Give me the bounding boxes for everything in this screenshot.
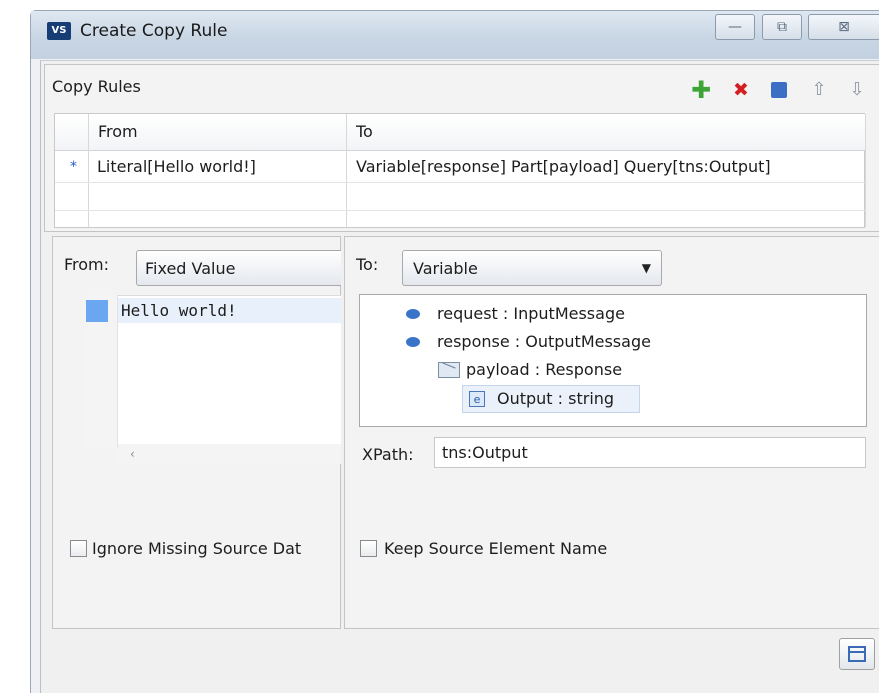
ignore-missing-checkbox[interactable] xyxy=(70,540,87,557)
tree-item-output[interactable]: Output : string xyxy=(497,387,614,411)
to-type-select[interactable]: Variable ▼ xyxy=(402,250,662,286)
tree-item-payload[interactable]: payload : Response xyxy=(466,358,622,382)
xpath-value: tns:Output xyxy=(442,443,528,462)
line-marker xyxy=(86,300,108,322)
xpath-input[interactable]: tns:Output xyxy=(434,437,866,468)
save-icon[interactable] xyxy=(768,79,790,101)
dropdown-arrow-icon[interactable]: ▼ xyxy=(642,259,651,277)
table-cell-from[interactable]: Literal[Hello world!] xyxy=(97,155,256,179)
variable-icon xyxy=(406,337,420,347)
ignore-missing-label[interactable]: Ignore Missing Source Dat xyxy=(92,537,340,561)
to-label: To: xyxy=(356,255,379,274)
from-type-select[interactable]: Fixed Value xyxy=(136,250,341,286)
minimize-button[interactable]: — xyxy=(715,14,755,40)
close-button[interactable]: ⊠ xyxy=(808,14,879,40)
column-header-to[interactable]: To xyxy=(356,120,373,144)
copy-rules-title: Copy Rules xyxy=(52,77,141,96)
add-rule-icon[interactable]: ✚ xyxy=(690,78,712,102)
column-header-from[interactable]: From xyxy=(98,120,138,144)
tree-item-response[interactable]: response : OutputMessage xyxy=(437,330,651,354)
move-up-icon[interactable]: ⇧ xyxy=(808,79,830,101)
to-type-value: Variable xyxy=(413,259,478,278)
message-part-icon xyxy=(438,362,460,378)
rules-table-header xyxy=(55,114,865,151)
move-down-icon[interactable]: ⇩ xyxy=(846,79,868,101)
from-label: From: xyxy=(64,255,110,274)
horizontal-scrollbar[interactable] xyxy=(118,444,341,464)
from-type-value: Fixed Value xyxy=(145,259,236,278)
window-title: Create Copy Rule xyxy=(80,21,228,41)
column-divider xyxy=(865,114,866,227)
delete-rule-icon[interactable]: ✖ xyxy=(730,79,752,101)
keep-source-name-label[interactable]: Keep Source Element Name xyxy=(384,537,607,561)
app-icon: VS xyxy=(47,22,71,40)
scroll-left-icon[interactable]: ‹ xyxy=(130,444,135,464)
row-divider xyxy=(55,210,865,211)
variable-icon xyxy=(406,309,420,319)
tree-item-request[interactable]: request : InputMessage xyxy=(437,302,625,326)
row-divider xyxy=(55,182,865,183)
row-selection-marker: * xyxy=(70,159,77,175)
xpath-label: XPath: xyxy=(362,445,414,464)
keep-source-name-checkbox[interactable] xyxy=(360,540,377,557)
layout-icon xyxy=(848,646,866,662)
source-text[interactable]: Hello world! xyxy=(121,299,237,323)
maximize-button[interactable]: ⧉ xyxy=(762,14,802,40)
table-cell-to[interactable]: Variable[response] Part[payload] Query[t… xyxy=(356,155,771,179)
layout-button[interactable] xyxy=(839,638,875,670)
element-icon: e xyxy=(469,391,485,407)
